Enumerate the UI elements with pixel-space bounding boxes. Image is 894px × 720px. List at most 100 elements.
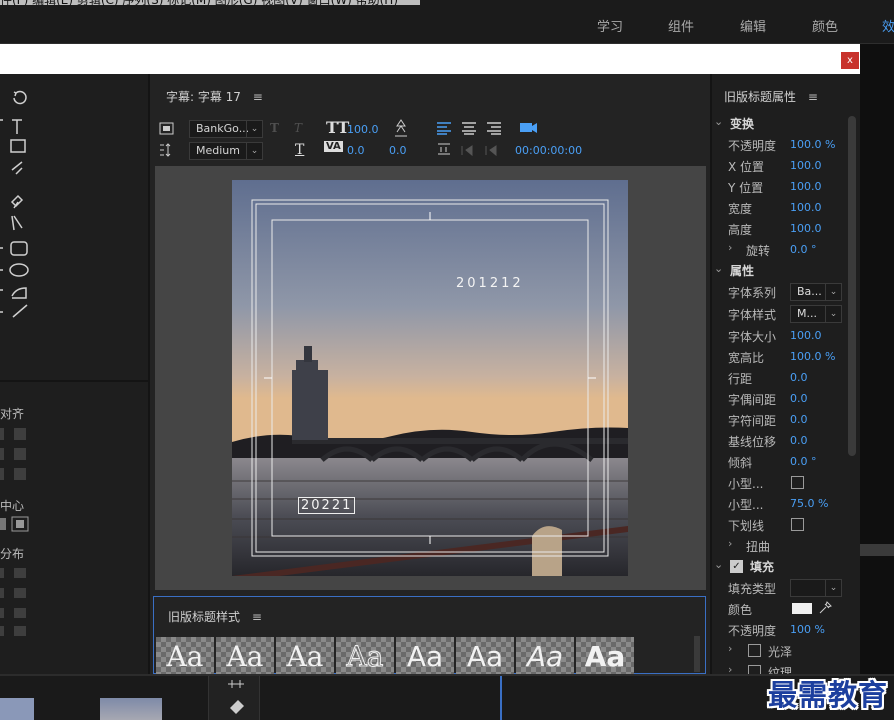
prop-label: 填充类型 bbox=[728, 582, 777, 596]
timecode-value[interactable]: 00:00:00:00 bbox=[515, 144, 582, 157]
menubar-text[interactable]: 件(F) 编辑(E) 剪辑(C) 序列(S) 标记(M) 图形(G) 视图(V)… bbox=[0, 0, 398, 8]
prop-value[interactable]: 100.0 bbox=[790, 159, 822, 172]
style-swatch[interactable]: Aa bbox=[216, 637, 274, 674]
panel-menu-icon[interactable]: ≡ bbox=[808, 90, 818, 104]
close-button[interactable]: x bbox=[841, 52, 859, 69]
underline-icon[interactable]: T bbox=[295, 142, 304, 158]
watermark-logo: 最需教育 bbox=[768, 678, 889, 712]
prop-value[interactable]: 100.0 bbox=[790, 201, 822, 214]
title-tool-icon[interactable] bbox=[159, 121, 175, 137]
chevron-down-icon: ⌄ bbox=[246, 121, 262, 137]
dropdown-value: Ba... bbox=[797, 285, 822, 298]
video-background-icon[interactable] bbox=[518, 119, 538, 137]
prop-value[interactable]: 0.0 bbox=[790, 392, 808, 405]
tool-icons bbox=[0, 90, 29, 318]
styles-scrollbar[interactable] bbox=[694, 636, 700, 672]
prop-leading: 行距 0.0 bbox=[712, 368, 852, 388]
timeline-tool-icons[interactable] bbox=[226, 678, 246, 718]
prop-label: X 位置 bbox=[728, 160, 765, 174]
prop-value[interactable]: 100.0 bbox=[790, 222, 822, 235]
prop-value[interactable]: 0.0 bbox=[790, 434, 808, 447]
style-swatch[interactable]: Aa bbox=[516, 637, 574, 674]
tab-color[interactable]: 颜色 bbox=[812, 16, 838, 35]
chevron-down-icon: ⌄ bbox=[714, 115, 724, 128]
prop-rotation[interactable]: › 旋转 0.0 ° bbox=[712, 240, 852, 260]
styles-panel-header: 旧版标题样式 ≡ bbox=[168, 608, 262, 625]
leading-value[interactable]: 0.0 bbox=[389, 144, 407, 157]
prop-value[interactable]: 0.0 ° bbox=[790, 243, 817, 256]
small-caps-checkbox[interactable] bbox=[791, 476, 804, 489]
chevron-down-icon: ⌄ bbox=[246, 143, 262, 159]
prop-label: 光泽 bbox=[768, 645, 793, 659]
font-size-value[interactable]: 100.0 bbox=[347, 123, 379, 136]
tab-assembly[interactable]: 组件 bbox=[668, 16, 694, 35]
tab-effects[interactable]: 效 bbox=[882, 16, 894, 35]
section-fill[interactable]: ⌄ ✓ 填充 bbox=[712, 557, 852, 577]
align-icons bbox=[0, 428, 29, 636]
font-style-select[interactable]: Medium ⌄ bbox=[189, 142, 263, 160]
prop-label: 字体样式 bbox=[728, 308, 777, 322]
prop-distort[interactable]: › 扭曲 bbox=[712, 536, 852, 556]
font-family-dropdown[interactable]: Ba... ⌄ bbox=[790, 283, 842, 301]
fill-checkbox[interactable]: ✓ bbox=[730, 560, 743, 573]
color-swatch[interactable] bbox=[792, 603, 812, 614]
section-transform[interactable]: ⌄ 变换 bbox=[712, 114, 852, 134]
tab-editing[interactable]: 编辑 bbox=[740, 16, 766, 35]
chevron-down-icon: ⌄ bbox=[825, 306, 841, 322]
prop-kerning: 字偶间距 0.0 bbox=[712, 389, 852, 409]
prop-value[interactable]: 0.0 bbox=[790, 371, 808, 384]
style-swatch[interactable]: Aa bbox=[456, 637, 514, 674]
prop-value[interactable]: 0.0 ° bbox=[790, 455, 817, 468]
chevron-right-icon: › bbox=[728, 241, 733, 254]
style-swatch[interactable]: Aa bbox=[396, 637, 454, 674]
style-swatch[interactable]: Aa bbox=[576, 637, 634, 674]
font-style-value: Medium bbox=[196, 144, 240, 157]
playhead[interactable] bbox=[500, 676, 502, 720]
align-center-icon[interactable] bbox=[461, 121, 477, 135]
panel-menu-icon[interactable]: ≡ bbox=[252, 610, 262, 624]
style-swatch[interactable]: Aa bbox=[336, 637, 394, 674]
prop-width: 宽度 100.0 bbox=[712, 198, 852, 218]
texture-checkbox[interactable] bbox=[748, 665, 761, 674]
title-panel-header: 字幕: 字幕 17 ≡ bbox=[166, 88, 263, 105]
underline-checkbox[interactable] bbox=[791, 518, 804, 531]
props-panel-header: 旧版标题属性 ≡ bbox=[724, 88, 818, 105]
prop-value[interactable]: 100 % bbox=[790, 623, 825, 636]
eyedropper-icon[interactable] bbox=[818, 601, 832, 615]
italic-icon[interactable]: T bbox=[294, 121, 302, 135]
right-edge-panel bbox=[860, 44, 894, 674]
prop-label: 宽度 bbox=[728, 202, 753, 216]
tab-stops-icon[interactable] bbox=[159, 142, 177, 158]
prop-value[interactable]: 0.0 bbox=[790, 413, 808, 426]
prop-value[interactable]: 75.0 % bbox=[790, 497, 828, 510]
prop-value[interactable]: 100.0 % bbox=[790, 350, 835, 363]
align-left-icon[interactable] bbox=[436, 121, 452, 135]
font-family-select[interactable]: BankGo... ⌄ bbox=[189, 120, 263, 138]
style-swatch[interactable]: Aa bbox=[156, 637, 214, 674]
prop-value[interactable]: 100.0 bbox=[790, 180, 822, 193]
bold-icon[interactable]: T bbox=[270, 121, 279, 135]
prop-label: 旋转 bbox=[746, 244, 771, 258]
sheen-checkbox[interactable] bbox=[748, 644, 761, 657]
fill-type-dropdown[interactable]: ⌄ bbox=[790, 579, 842, 597]
leading-icon bbox=[395, 119, 407, 137]
tab-learn[interactable]: 学习 bbox=[597, 16, 623, 35]
kerning-value[interactable]: 0.0 bbox=[347, 144, 365, 157]
prop-value[interactable]: 100.0 % bbox=[790, 138, 835, 151]
font-style-dropdown[interactable]: M... ⌄ bbox=[790, 305, 842, 323]
chevron-down-icon: ⌄ bbox=[714, 558, 724, 571]
chevron-down-icon: ⌄ bbox=[825, 580, 841, 596]
panel-menu-icon[interactable]: ≡ bbox=[253, 90, 263, 104]
prop-value[interactable]: 100.0 bbox=[790, 329, 822, 342]
section-properties[interactable]: ⌄ 属性 bbox=[712, 261, 852, 281]
kerning-icon: VA bbox=[324, 141, 343, 152]
tab-align-icons[interactable] bbox=[436, 142, 506, 158]
canvas-text-20221[interactable]: 20221 bbox=[298, 497, 356, 514]
clip-thumbnail[interactable] bbox=[0, 698, 34, 720]
align-right-icon[interactable] bbox=[486, 121, 502, 135]
prop-font-family: 字体系列 Ba... ⌄ bbox=[712, 282, 852, 302]
style-swatch[interactable]: Aa bbox=[276, 637, 334, 674]
clip-thumbnail[interactable] bbox=[100, 698, 162, 720]
canvas-text-201212[interactable]: 201212 bbox=[456, 276, 524, 291]
prop-sheen[interactable]: › 光泽 bbox=[712, 641, 852, 661]
